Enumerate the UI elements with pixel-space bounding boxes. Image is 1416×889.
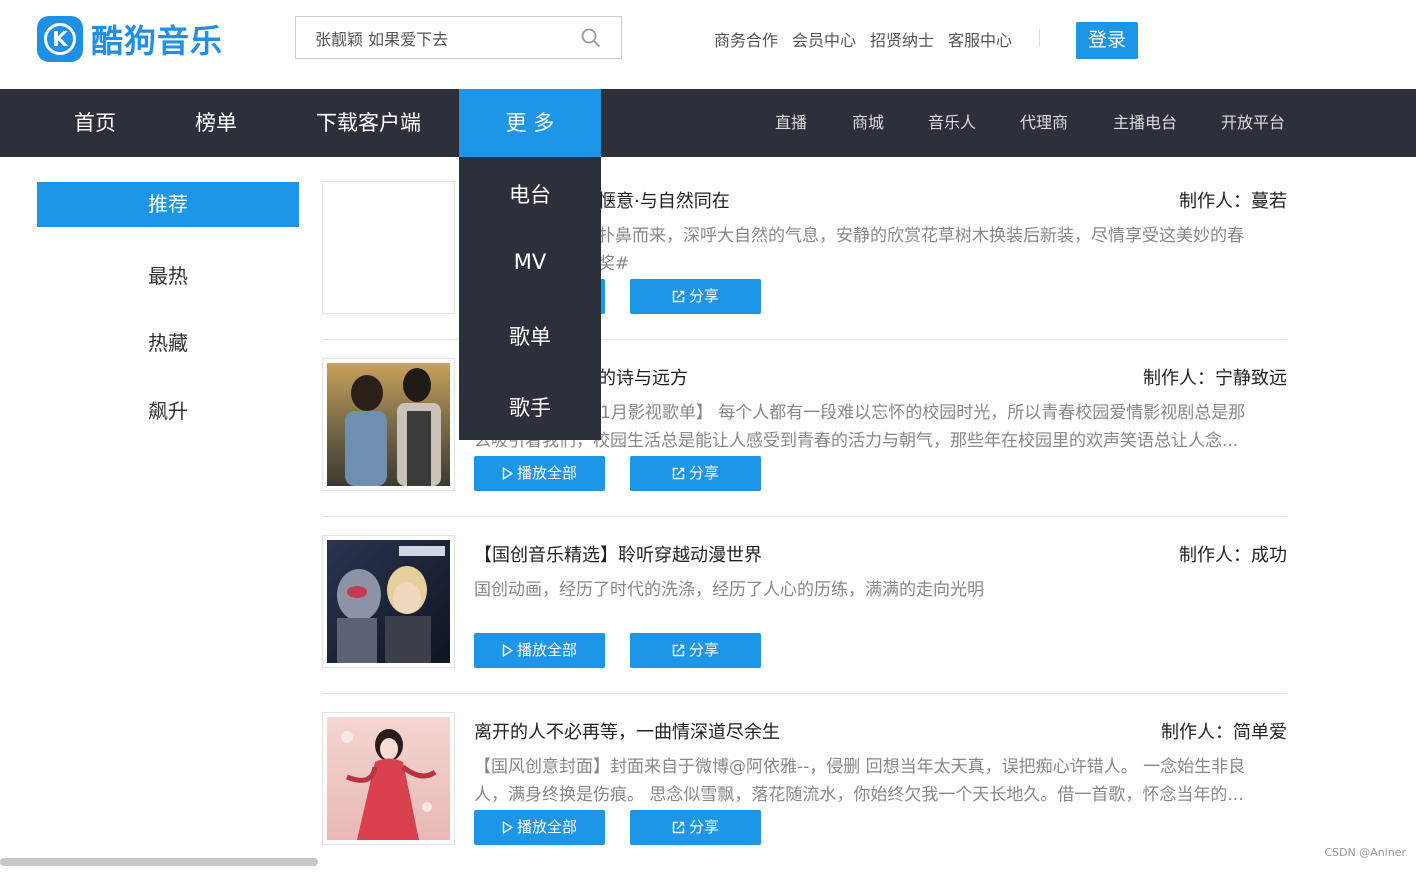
link-careers[interactable]: 招贤纳士: [870, 27, 934, 51]
link-customer-service[interactable]: 客服中心: [948, 27, 1012, 51]
playlist-card: 【国创音乐精选】聆听穿越动漫世界 制作人：成功 国创动画，经历了时代的洗涤，经历…: [322, 535, 1287, 712]
playlist-maker: 制作人：简单爱: [1161, 722, 1287, 743]
divider: [322, 516, 1287, 517]
playlist-maker: 制作人：蔓若: [1179, 191, 1287, 212]
play-icon: [502, 644, 513, 657]
playlist-cover[interactable]: [322, 535, 455, 668]
dropdown-item-radio[interactable]: 电台: [459, 179, 601, 209]
main-nav: 首页 榜单 下载客户端 更 多 直播 商城 音乐人 代理商 主播电台 开放平台: [0, 89, 1416, 157]
play-all-button[interactable]: 播放全部: [474, 633, 605, 668]
playlist-cover[interactable]: [322, 712, 455, 845]
nav-download-client[interactable]: 下载客户端: [316, 89, 421, 157]
share-button[interactable]: 分享: [630, 279, 761, 314]
link-business[interactable]: 商务合作: [714, 27, 778, 51]
sidebar-item-rising[interactable]: 飙升: [37, 395, 299, 424]
play-all-button[interactable]: 播放全部: [474, 810, 605, 845]
share-button[interactable]: 分享: [630, 810, 761, 845]
nav-charts[interactable]: 榜单: [195, 89, 237, 157]
search-icon[interactable]: [581, 28, 601, 48]
nav-home[interactable]: 首页: [74, 89, 116, 157]
playlist-maker: 制作人：成功: [1179, 545, 1287, 566]
playlist-maker: 制作人：宁静致远: [1143, 368, 1287, 389]
share-button[interactable]: 分享: [630, 456, 761, 491]
nav-musician[interactable]: 音乐人: [928, 89, 976, 157]
playlist-description: 扑鼻而来，深呼大自然的气息，安静的欣赏花草树木换装后新装，尽情享受这美妙的春 奖…: [598, 226, 1244, 274]
nav-open-platform[interactable]: 开放平台: [1221, 89, 1285, 157]
top-links: 商务合作 会员中心 招贤纳士 客服中心: [714, 27, 1026, 51]
share-icon: [672, 290, 685, 303]
watermark: CSDN @Anlner: [1324, 846, 1406, 859]
share-button[interactable]: 分享: [630, 633, 761, 668]
divider: [322, 693, 1287, 694]
cover-image: [327, 717, 450, 840]
playlist-description: 国创动画，经历了时代的洗涤，经历了人心的历练，满满的走向光明: [474, 580, 984, 600]
nav-live[interactable]: 直播: [775, 89, 807, 157]
nav-mall[interactable]: 商城: [852, 89, 884, 157]
nav-agent[interactable]: 代理商: [1020, 89, 1068, 157]
playlist-title[interactable]: 【国创音乐精选】聆听穿越动漫世界: [474, 541, 762, 567]
play-all-button[interactable]: 播放全部: [474, 456, 605, 491]
more-dropdown-menu: 电台 MV 歌单 歌手: [459, 157, 601, 440]
logo-text: 酷狗音乐: [91, 22, 224, 60]
play-icon: [502, 467, 513, 480]
playlist-description: 1月影视歌单】 每个人都有一段难以忘怀的校园时光，所以青春校园爱情影视剧总是那: [600, 403, 1246, 423]
sidebar-item-hottest[interactable]: 最热: [37, 260, 299, 289]
dropdown-item-singer[interactable]: 歌手: [459, 392, 601, 422]
cover-image: [327, 363, 450, 486]
playlist-title[interactable]: 离开的人不必再等，一曲情深道尽余生: [474, 718, 780, 744]
playlist-title[interactable]: 惬意·与自然同在: [598, 187, 730, 213]
share-icon: [672, 821, 685, 834]
nav-more[interactable]: 更 多: [459, 89, 601, 157]
playlist-card: 离开的人不必再等，一曲情深道尽余生 制作人：简单爱 【国风创意封面】封面来自于微…: [322, 712, 1287, 889]
divider: [1039, 29, 1040, 47]
search-input[interactable]: [296, 17, 566, 58]
logo[interactable]: K 酷狗音乐: [37, 15, 223, 63]
playlist-cover[interactable]: [322, 181, 455, 314]
playlist-description: 【国风创意封面】封面来自于微博@阿依雅--，侵删 回想当年太天真，误把痴心许错人…: [474, 757, 1246, 805]
link-vip-center[interactable]: 会员中心: [792, 27, 856, 51]
dropdown-item-playlist[interactable]: 歌单: [459, 321, 601, 351]
play-icon: [502, 821, 513, 834]
cover-image: [327, 540, 450, 663]
share-icon: [672, 467, 685, 480]
playlist-title[interactable]: 的诗与远方: [598, 364, 688, 390]
search-box: [295, 16, 622, 59]
sidebar-item-recommend[interactable]: 推荐: [37, 182, 299, 227]
kugou-logo-icon: K: [37, 16, 83, 62]
dropdown-item-mv[interactable]: MV: [459, 250, 601, 274]
header: K 酷狗音乐 商务合作 会员中心 招贤纳士 客服中心 登录: [0, 0, 1416, 89]
share-icon: [672, 644, 685, 657]
login-button[interactable]: 登录: [1076, 22, 1138, 59]
sidebar-item-hot-collected[interactable]: 热藏: [37, 327, 299, 356]
horizontal-scrollbar[interactable]: [0, 858, 318, 866]
nav-radio-host[interactable]: 主播电台: [1113, 89, 1177, 157]
playlist-cover[interactable]: [322, 358, 455, 491]
